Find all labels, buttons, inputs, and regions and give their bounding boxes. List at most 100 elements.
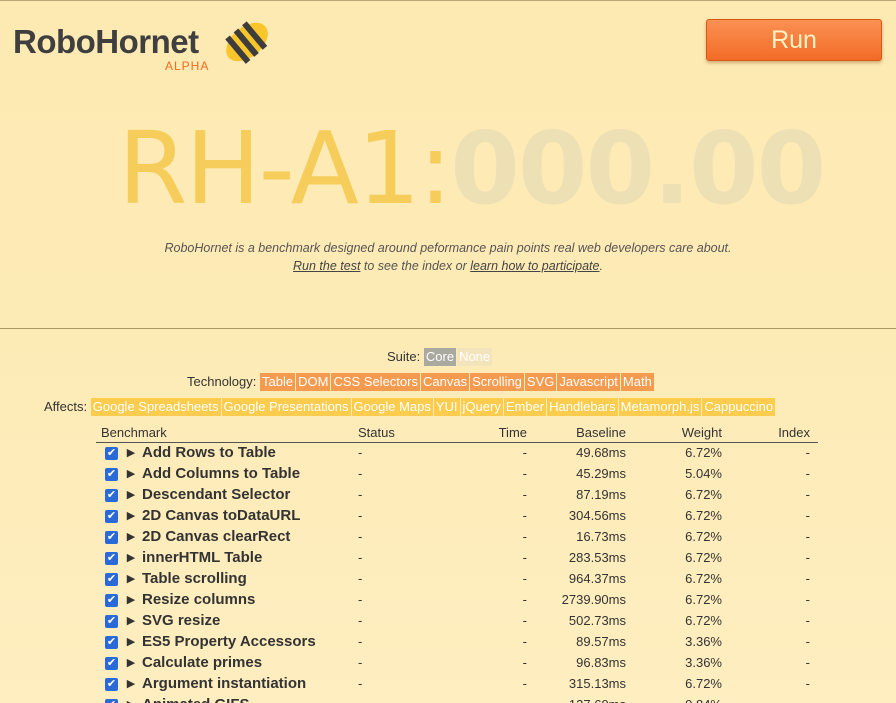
affects-filter: Affects: Google Spreadsheets Google Prese…: [44, 398, 776, 416]
disclosure-triangle-icon[interactable]: ▶: [127, 489, 135, 501]
affects-tag-google-maps[interactable]: Google Maps: [351, 398, 433, 416]
checkbox-checked-icon[interactable]: ✔: [105, 615, 118, 629]
tech-tag-canvas[interactable]: Canvas: [420, 373, 470, 391]
benchmark-rows: ✔ ▶ Add Rows to Table - - 49.68ms 6.72% - ✔ ▶ Add …: [96, 442, 818, 703]
row-checkbox[interactable]: ✔: [96, 463, 120, 484]
disclosure-triangle-icon[interactable]: ▶: [127, 552, 135, 564]
benchmark-name: Add Columns to Table: [142, 465, 301, 482]
benchmark-status: -: [358, 508, 363, 523]
benchmark-baseline: 96.83ms: [576, 655, 626, 670]
benchmark-time: -: [522, 571, 527, 586]
row-checkbox[interactable]: ✔: [96, 526, 120, 547]
row-expand-toggle[interactable]: ▶: [120, 442, 142, 463]
checkbox-checked-icon[interactable]: ✔: [105, 636, 118, 650]
row-expand-toggle[interactable]: ▶: [120, 505, 142, 526]
affects-tag-google-presentations[interactable]: Google Presentations: [221, 398, 351, 416]
row-expand-toggle[interactable]: ▶: [120, 610, 142, 631]
checkbox-checked-icon[interactable]: ✔: [105, 657, 118, 671]
checkbox-checked-icon[interactable]: ✔: [105, 594, 118, 608]
row-expand-toggle[interactable]: ▶: [120, 547, 142, 568]
row-checkbox[interactable]: ✔: [96, 610, 120, 631]
row-expand-toggle[interactable]: ▶: [120, 589, 142, 610]
col-header-weight[interactable]: Weight: [626, 424, 722, 443]
disclosure-triangle-icon[interactable]: ▶: [127, 615, 135, 627]
checkbox-checked-icon[interactable]: ✔: [105, 531, 118, 545]
row-expand-toggle[interactable]: ▶: [120, 526, 142, 547]
tech-tag-table[interactable]: Table: [260, 373, 296, 391]
disclosure-triangle-icon[interactable]: ▶: [127, 699, 135, 703]
benchmark-time: -: [522, 613, 527, 628]
run-test-link[interactable]: Run the test: [293, 259, 360, 273]
benchmark-time: -: [522, 466, 527, 481]
row-checkbox[interactable]: ✔: [96, 694, 120, 703]
checkbox-checked-icon[interactable]: ✔: [105, 447, 118, 461]
row-expand-toggle[interactable]: ▶: [120, 631, 142, 652]
col-header-benchmark[interactable]: Benchmark: [96, 424, 358, 443]
affects-tag-ember[interactable]: Ember: [503, 398, 547, 416]
col-header-status[interactable]: Status: [358, 424, 458, 443]
row-checkbox[interactable]: ✔: [96, 442, 120, 463]
disclosure-triangle-icon[interactable]: ▶: [127, 447, 135, 459]
tech-tag-javascript[interactable]: Javascript: [557, 373, 620, 391]
tech-tag-scrolling[interactable]: Scrolling: [470, 373, 524, 391]
row-expand-toggle[interactable]: ▶: [120, 568, 142, 589]
checkbox-checked-icon[interactable]: ✔: [105, 468, 118, 482]
affects-tag-yui[interactable]: YUI: [433, 398, 460, 416]
affects-tag-google-spreadsheets[interactable]: Google Spreadsheets: [90, 398, 221, 416]
row-checkbox[interactable]: ✔: [96, 673, 120, 694]
row-checkbox[interactable]: ✔: [96, 484, 120, 505]
intro-line-2: Run the test to see the index or learn h…: [0, 257, 896, 275]
disclosure-triangle-icon[interactable]: ▶: [127, 594, 135, 606]
col-header-time[interactable]: Time: [458, 424, 530, 443]
participate-link[interactable]: learn how to participate: [470, 259, 599, 273]
benchmark-time: -: [522, 676, 527, 691]
row-checkbox[interactable]: ✔: [96, 589, 120, 610]
table-row: ✔ ▶ Table scrolling - - 964.37ms 6.72% -: [96, 568, 818, 589]
affects-tag-handlebars[interactable]: Handlebars: [547, 398, 618, 416]
benchmark-weight: 3.36%: [685, 655, 722, 670]
benchmark-baseline: 2739.90ms: [561, 592, 626, 607]
checkbox-checked-icon[interactable]: ✔: [105, 489, 118, 503]
benchmark-weight: 0.84%: [626, 694, 722, 703]
row-expand-toggle[interactable]: ▶: [120, 694, 142, 703]
benchmark-time: -: [522, 508, 527, 523]
affects-tag-cappuccino[interactable]: Cappuccino: [702, 398, 776, 416]
benchmark-baseline: 502.73ms: [568, 613, 626, 628]
disclosure-triangle-icon[interactable]: ▶: [127, 468, 135, 480]
tech-tag-css-selectors[interactable]: CSS Selectors: [331, 373, 420, 391]
checkbox-checked-icon[interactable]: ✔: [105, 573, 118, 587]
col-header-index[interactable]: Index: [722, 424, 818, 443]
row-expand-toggle[interactable]: ▶: [120, 463, 142, 484]
checkbox-checked-icon[interactable]: ✔: [105, 699, 118, 703]
table-row: ✔ ▶ 2D Canvas toDataURL - - 304.56ms 6.72% -: [96, 505, 818, 526]
row-checkbox[interactable]: ✔: [96, 505, 120, 526]
checkbox-checked-icon[interactable]: ✔: [105, 552, 118, 566]
affects-tag-jquery[interactable]: jQuery: [460, 398, 503, 416]
checkbox-checked-icon[interactable]: ✔: [105, 678, 118, 692]
col-header-baseline[interactable]: Baseline: [530, 424, 626, 443]
row-checkbox[interactable]: ✔: [96, 631, 120, 652]
suite-tag-none[interactable]: None: [457, 348, 493, 366]
disclosure-triangle-icon[interactable]: ▶: [127, 510, 135, 522]
affects-tag-metamorph[interactable]: Metamorph.js: [618, 398, 702, 416]
row-checkbox[interactable]: ✔: [96, 547, 120, 568]
row-checkbox[interactable]: ✔: [96, 652, 120, 673]
suite-tag-core[interactable]: Core: [423, 348, 457, 366]
checkbox-checked-icon[interactable]: ✔: [105, 510, 118, 524]
suite-label: Suite:: [387, 349, 421, 364]
tech-tag-math[interactable]: Math: [620, 373, 654, 391]
row-checkbox[interactable]: ✔: [96, 568, 120, 589]
disclosure-triangle-icon[interactable]: ▶: [127, 636, 135, 648]
row-expand-toggle[interactable]: ▶: [120, 652, 142, 673]
tech-tag-dom[interactable]: DOM: [296, 373, 331, 391]
disclosure-triangle-icon[interactable]: ▶: [127, 678, 135, 690]
disclosure-triangle-icon[interactable]: ▶: [127, 531, 135, 543]
hornet-stripes-icon: [225, 21, 268, 64]
disclosure-triangle-icon[interactable]: ▶: [127, 657, 135, 669]
run-button[interactable]: Run: [706, 19, 882, 61]
disclosure-triangle-icon[interactable]: ▶: [127, 573, 135, 585]
tech-tag-svg[interactable]: SVG: [524, 373, 557, 391]
benchmark-name: Resize columns: [142, 591, 256, 608]
row-expand-toggle[interactable]: ▶: [120, 484, 142, 505]
row-expand-toggle[interactable]: ▶: [120, 673, 142, 694]
